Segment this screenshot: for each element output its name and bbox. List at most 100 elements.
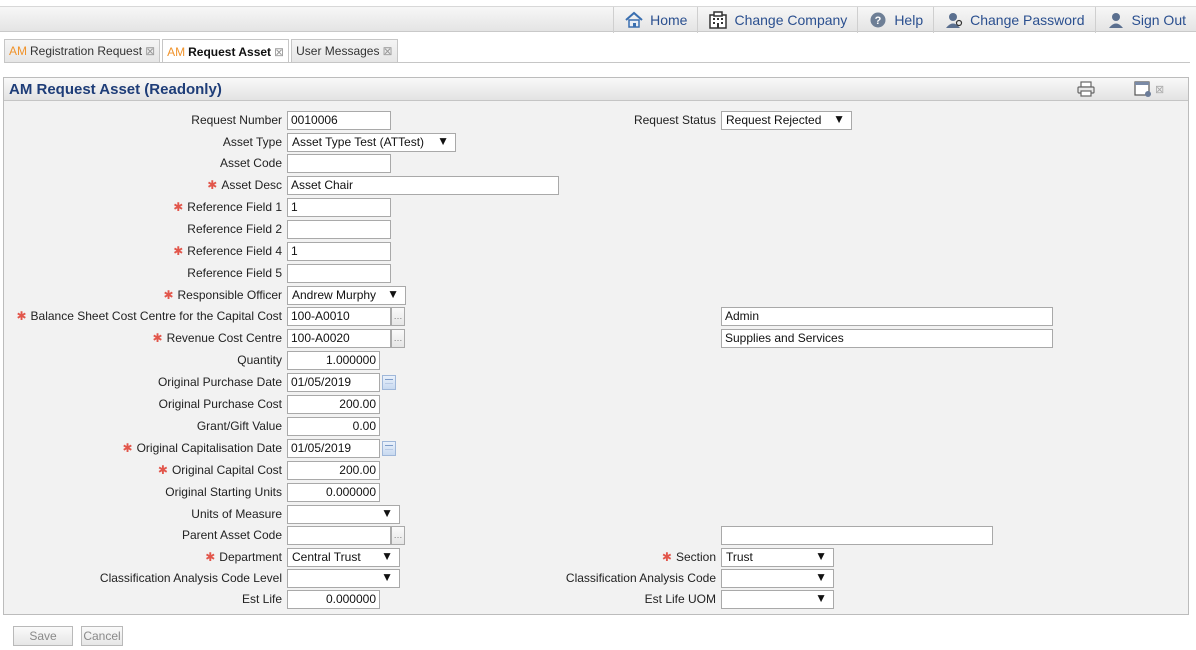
tab-prefix: AM bbox=[167, 44, 186, 59]
nav-home-link[interactable]: Home bbox=[613, 7, 697, 33]
original-capitalisation-date-label: ✱ Original Capitalisation Date bbox=[122, 441, 282, 455]
classification-code-select[interactable]: ▼ bbox=[721, 569, 834, 588]
panel-header: AM Request Asset (Readonly) ⊠ bbox=[4, 78, 1188, 101]
required-icon: ✱ bbox=[16, 309, 27, 323]
tab-user-messages[interactable]: User Messages ⊠ bbox=[291, 39, 398, 62]
parent-asset-code-input[interactable] bbox=[287, 526, 391, 545]
original-starting-units-input[interactable]: 0.000000 bbox=[287, 483, 380, 502]
reference-field-1-input[interactable]: 1 bbox=[287, 198, 391, 217]
original-purchase-date-input[interactable]: 01/05/2019 bbox=[287, 373, 380, 392]
asset-desc-field[interactable]: Asset Chair bbox=[287, 176, 559, 195]
reference-field-5-input[interactable] bbox=[287, 264, 391, 283]
grant-gift-value-input[interactable]: 0.00 bbox=[287, 417, 380, 436]
balance-sheet-cc-label: ✱ Balance Sheet Cost Centre for the Capit… bbox=[16, 309, 282, 323]
reference-field-4-label: ✱ Reference Field 4 bbox=[173, 244, 282, 258]
asset-code-field[interactable] bbox=[287, 154, 391, 173]
tab-prefix: AM bbox=[9, 44, 27, 58]
page-title: AM Request Asset (Readonly) bbox=[9, 81, 222, 98]
chevron-down-icon: ▼ bbox=[437, 134, 449, 148]
request-status-select[interactable]: Request Rejected ▼ bbox=[721, 111, 852, 130]
classification-code-label: Classification Analysis Code bbox=[565, 571, 716, 585]
request-status-label: Request Status bbox=[633, 113, 716, 127]
parent-asset-code-label: Parent Asset Code bbox=[181, 528, 282, 542]
asset-desc-label: ✱ Asset Desc bbox=[207, 178, 282, 192]
department-select[interactable]: Central Trust ▼ bbox=[287, 548, 400, 567]
original-purchase-cost-input[interactable]: 200.00 bbox=[287, 395, 380, 414]
chevron-down-icon: ▼ bbox=[381, 549, 393, 563]
house-icon bbox=[625, 11, 643, 28]
chevron-down-icon: ▼ bbox=[815, 549, 827, 563]
top-nav-bar: Home Change Company ? Help Change Passwo… bbox=[0, 6, 1196, 33]
chevron-down-icon: ▼ bbox=[381, 506, 393, 520]
tab-label: User Messages bbox=[296, 44, 380, 58]
window-icon[interactable] bbox=[1134, 81, 1152, 97]
printer-icon[interactable] bbox=[1076, 81, 1096, 97]
quantity-input[interactable]: 1.000000 bbox=[287, 351, 380, 370]
required-icon: ✱ bbox=[173, 200, 184, 214]
user-key-icon bbox=[946, 13, 963, 28]
close-icon[interactable]: ⊠ bbox=[382, 44, 392, 58]
nav-links: Home Change Company ? Help Change Passwo… bbox=[613, 7, 1196, 33]
responsible-officer-select[interactable]: Andrew Murphy ▼ bbox=[287, 286, 406, 305]
revenue-cc-input[interactable]: 100-A0020 bbox=[287, 329, 391, 348]
ellipsis-icon[interactable]: … bbox=[391, 307, 405, 326]
balance-sheet-cc-input[interactable]: 100-A0010 bbox=[287, 307, 391, 326]
nav-change-password-link[interactable]: Change Password bbox=[933, 7, 1094, 33]
calendar-icon[interactable] bbox=[382, 375, 396, 390]
ellipsis-icon[interactable]: … bbox=[391, 526, 405, 545]
est-life-label: Est Life bbox=[241, 592, 282, 606]
asset-type-select[interactable]: Asset Type Test (ATTest) ▼ bbox=[287, 133, 456, 152]
reference-field-5-label: Reference Field 5 bbox=[187, 266, 282, 280]
revenue-cc-label: ✱ Revenue Cost Centre bbox=[152, 331, 282, 345]
reference-field-4-input[interactable]: 1 bbox=[287, 242, 391, 261]
section-select[interactable]: Trust ▼ bbox=[721, 548, 834, 567]
est-life-input[interactable]: 0.000000 bbox=[287, 590, 380, 609]
chevron-down-icon: ▼ bbox=[387, 287, 399, 301]
request-asset-panel: AM Request Asset (Readonly) ⊠ Request Nu… bbox=[3, 77, 1189, 615]
est-life-uom-select[interactable]: ▼ bbox=[721, 590, 834, 609]
tab-registration-request[interactable]: AM Registration Request ⊠ bbox=[4, 39, 161, 62]
close-icon[interactable]: ⊠ bbox=[145, 44, 155, 58]
user-exit-icon bbox=[1108, 13, 1123, 28]
balance-sheet-cc-desc: Admin bbox=[721, 307, 1053, 326]
units-of-measure-select[interactable]: ▼ bbox=[287, 505, 400, 524]
required-icon: ✱ bbox=[122, 441, 133, 455]
save-button[interactable]: Save bbox=[13, 626, 73, 646]
original-capitalisation-date-input[interactable]: 01/05/2019 bbox=[287, 439, 380, 458]
required-icon: ✱ bbox=[661, 550, 672, 564]
reference-field-2-input[interactable] bbox=[287, 220, 391, 239]
chevron-down-icon: ▼ bbox=[381, 570, 393, 584]
tab-label: Request Asset bbox=[188, 44, 272, 59]
question-icon: ? bbox=[870, 12, 886, 28]
nav-change-company-link[interactable]: Change Company bbox=[697, 7, 857, 33]
nav-change-password-label: Change Password bbox=[970, 12, 1085, 28]
asset-type-label: Asset Type bbox=[222, 135, 282, 149]
required-icon: ✱ bbox=[205, 550, 216, 564]
building-icon bbox=[709, 11, 728, 29]
chevron-down-icon: ▼ bbox=[833, 112, 845, 126]
tab-request-asset[interactable]: AM Request Asset ⊠ bbox=[162, 39, 290, 63]
close-icon[interactable]: ⊠ bbox=[274, 45, 284, 59]
chevron-down-icon: ▼ bbox=[815, 570, 827, 584]
asset-code-label: Asset Code bbox=[219, 156, 282, 170]
classification-level-select[interactable]: ▼ bbox=[287, 569, 400, 588]
nav-sign-out-link[interactable]: Sign Out bbox=[1094, 7, 1196, 33]
ellipsis-icon[interactable]: … bbox=[391, 329, 405, 348]
tab-strip: AM Registration Request ⊠ AM Request Ass… bbox=[4, 39, 400, 63]
quantity-label: Quantity bbox=[237, 353, 282, 367]
request-number-field[interactable]: 0010006 bbox=[287, 111, 391, 130]
close-icon[interactable]: ⊠ bbox=[1155, 83, 1164, 96]
calendar-icon[interactable] bbox=[382, 441, 396, 456]
original-capital-cost-input[interactable]: 200.00 bbox=[287, 461, 380, 480]
original-purchase-date-label: Original Purchase Date bbox=[157, 375, 282, 389]
original-starting-units-label: Original Starting Units bbox=[165, 485, 282, 499]
required-icon: ✱ bbox=[163, 288, 174, 302]
nav-help-link[interactable]: ? Help bbox=[857, 7, 933, 33]
original-purchase-cost-label: Original Purchase Cost bbox=[158, 397, 282, 411]
nav-change-company-label: Change Company bbox=[734, 12, 848, 28]
responsible-officer-label: ✱ Responsible Officer bbox=[163, 288, 282, 302]
nav-sign-out-label: Sign Out bbox=[1131, 12, 1186, 28]
cancel-button[interactable]: Cancel bbox=[81, 626, 123, 646]
chevron-down-icon: ▼ bbox=[815, 591, 827, 605]
reference-field-1-label: ✱ Reference Field 1 bbox=[173, 200, 282, 214]
